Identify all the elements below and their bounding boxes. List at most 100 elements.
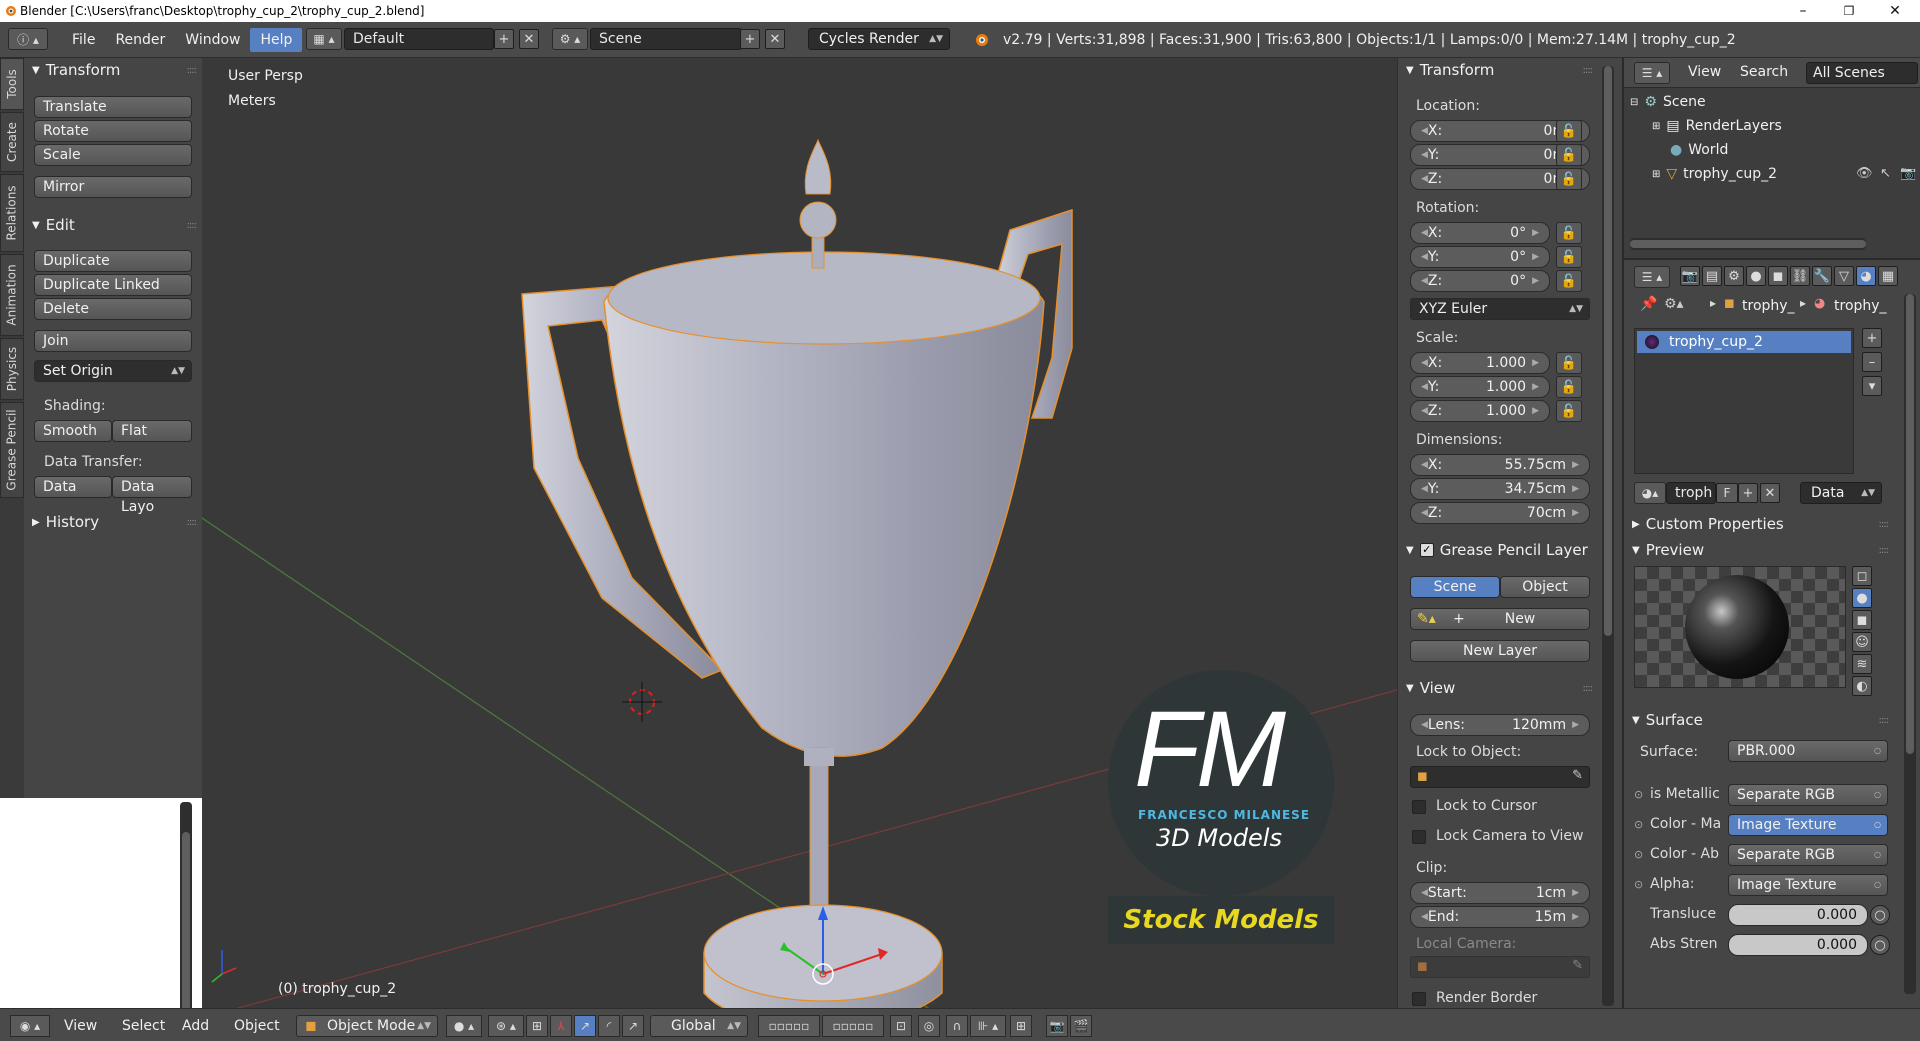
n-panel-scrollbar[interactable] <box>1602 66 1614 1006</box>
menu-help[interactable]: Help <box>250 28 303 52</box>
screen-layout-field[interactable]: Default <box>344 28 494 50</box>
outliner-scrollbar[interactable] <box>1630 238 1866 250</box>
material-link-select[interactable]: Data ▲▼ <box>1800 482 1882 504</box>
menu-file[interactable]: File <box>62 28 105 52</box>
slot-specials-button[interactable]: ▾ <box>1862 376 1882 396</box>
input-node-select[interactable]: Separate RGB ○ <box>1728 844 1888 866</box>
opengl-anim-icon[interactable]: 🎬 <box>1070 1015 1092 1037</box>
scene-icon[interactable]: ⚙ ▴ <box>552 28 588 50</box>
texture-tab-icon[interactable]: ▦ <box>1878 266 1898 286</box>
render-layers-tab-icon[interactable]: ▤ <box>1702 266 1722 286</box>
cursor-select-icon[interactable]: ↖ <box>1880 166 1891 181</box>
dimension-y-field[interactable]: ◀ Y: 34.75cm ▶ <box>1410 478 1590 500</box>
dimension-z-field[interactable]: ◀ Z: 70cm ▶ <box>1410 502 1590 524</box>
modifiers-tab-icon[interactable]: 🔧 <box>1812 266 1832 286</box>
preview-header[interactable]: ▼ Preview:::: <box>1624 538 1894 562</box>
scale-y-field[interactable]: ◀ Y: 1.000 ▶ <box>1410 376 1550 398</box>
menu-view[interactable]: View <box>64 1015 97 1037</box>
constraints-tab-icon[interactable]: ⛓ <box>1790 266 1810 286</box>
lock-to-cursor-checkbox[interactable] <box>1412 800 1426 814</box>
n-transform-header[interactable]: ▼ Transform:::: <box>1398 58 1598 82</box>
snap-target-icon[interactable]: ⊞ <box>1010 1015 1032 1037</box>
remove-layout-button[interactable]: ✕ <box>519 29 539 49</box>
lock-camera-checkbox[interactable] <box>1412 830 1426 844</box>
preview-sky-icon[interactable]: ◐ <box>1852 676 1872 696</box>
remove-scene-button[interactable]: ✕ <box>765 29 785 49</box>
add-scene-button[interactable]: + <box>740 29 760 49</box>
socket-icon[interactable]: ○ <box>1870 905 1890 925</box>
translucence-slider[interactable]: 0.000 <box>1728 904 1868 926</box>
tab-relations[interactable]: Relations <box>0 174 24 252</box>
editor-type-3d-icon[interactable]: ◉ ▴ <box>10 1015 50 1037</box>
input-node-select[interactable]: Image Texture ○ <box>1728 874 1888 896</box>
material-tab-icon[interactable]: ◕ <box>1856 266 1876 286</box>
lock-icon[interactable]: 🔓 <box>1556 120 1582 142</box>
scale-x-field[interactable]: ◀ X: 1.000 ▶ <box>1410 352 1550 374</box>
lock-object-field[interactable]: ◼ ✎ <box>1410 766 1590 788</box>
transform-orientation-select[interactable]: Global ▲▼ <box>650 1015 748 1037</box>
material-slot-item[interactable]: trophy_cup_2 <box>1637 331 1851 353</box>
lock-icon[interactable]: 🔓 <box>1556 246 1582 268</box>
duplicate-linked-button[interactable]: Duplicate Linked <box>34 274 192 296</box>
gp-object-toggle[interactable]: Object <box>1500 576 1590 598</box>
tab-physics[interactable]: Physics <box>0 338 24 400</box>
snap-element-icon[interactable]: ⊪ ▴ <box>970 1015 1006 1037</box>
panel-history-header[interactable]: ▶ History:::: <box>24 510 202 534</box>
n-view-header[interactable]: ▼ View:::: <box>1398 676 1598 700</box>
minimize-button[interactable]: – <box>1780 0 1826 22</box>
add-slot-button[interactable]: + <box>1862 328 1882 348</box>
menu-select[interactable]: Select <box>122 1015 165 1037</box>
material-slot-list[interactable]: trophy_cup_2 <box>1634 328 1854 474</box>
scale-button[interactable]: Scale <box>34 144 192 166</box>
scale-manipulator-icon[interactable]: ◜ <box>598 1015 620 1037</box>
manipulator-extra-icon[interactable]: ↗ <box>622 1015 644 1037</box>
abs-strength-slider[interactable]: 0.000 <box>1728 934 1868 956</box>
editor-type-info-icon[interactable]: ⓘ ▴ <box>8 28 48 50</box>
add-layout-button[interactable]: + <box>494 29 514 49</box>
maximize-button[interactable]: ❐ <box>1826 0 1872 22</box>
translate-button[interactable]: Translate <box>34 96 192 118</box>
mirror-button[interactable]: Mirror <box>34 176 192 198</box>
interaction-mode-select[interactable]: ◼ Object Mode ▲▼ <box>296 1015 438 1037</box>
rotation-y-field[interactable]: ◀ Y: 0° ▶ <box>1410 246 1550 268</box>
menu-window[interactable]: Window <box>175 28 250 52</box>
menu-add[interactable]: Add <box>182 1015 209 1037</box>
outliner-object-row[interactable]: ⊞ ▽ trophy_cup_2 <box>1652 166 1777 182</box>
pivot-point-icon[interactable]: ⊛ ▴ <box>488 1015 524 1037</box>
delete-button[interactable]: Delete <box>34 298 192 320</box>
screen-layout-icon[interactable]: ▦ ▴ <box>306 28 342 50</box>
outliner-renderlayers-row[interactable]: ⊞ ▤ RenderLayers <box>1652 118 1782 134</box>
manipulator-toggle-icon[interactable]: ⊞ <box>526 1015 548 1037</box>
viewport-shading-icon[interactable]: ● ▴ <box>446 1015 482 1037</box>
input-node-select[interactable]: Image Texture ○ <box>1728 814 1888 836</box>
tab-create[interactable]: Create <box>0 112 24 172</box>
duplicate-button[interactable]: Duplicate <box>34 250 192 272</box>
preview-flat-icon[interactable]: ◻ <box>1852 566 1872 586</box>
new-material-button[interactable]: + <box>1738 483 1758 503</box>
data-transfer-button[interactable]: Data <box>34 476 112 498</box>
proportional-edit-icon[interactable]: ◎ <box>918 1015 940 1037</box>
lens-field[interactable]: ◀ Lens: 120mm ▶ <box>1410 714 1590 736</box>
menu-render[interactable]: Render <box>105 28 175 52</box>
join-button[interactable]: Join <box>34 330 192 352</box>
object-tab-icon[interactable]: ◼ <box>1768 266 1788 286</box>
panel-transform-header[interactable]: ▼ Transform:::: <box>24 58 202 82</box>
tab-animation[interactable]: Animation <box>0 254 24 336</box>
clip-end-field[interactable]: ◀ End: 15m ▶ <box>1410 906 1590 928</box>
lock-icon[interactable]: 🔓 <box>1556 144 1582 166</box>
surface-header[interactable]: ▼ Surface:::: <box>1624 708 1894 732</box>
surface-shader-select[interactable]: PBR.000 ○ <box>1728 740 1888 762</box>
properties-editor-icon[interactable]: ☰ ▴ <box>1634 266 1670 288</box>
lock-icon[interactable]: 🔓 <box>1556 352 1582 374</box>
3d-viewport[interactable]: User Persp Meters (0) trophy_cup_2 FM FR… <box>202 58 1397 1008</box>
eye-icon[interactable]: 👁 <box>1856 166 1873 181</box>
local-camera-field[interactable]: ◼ ✎ <box>1410 956 1590 978</box>
render-engine-select[interactable]: Cycles Render ▲▼ <box>808 28 950 50</box>
layers-grid-a[interactable]: ▫▫▫▫▫ <box>758 1015 820 1037</box>
layers-grid-b[interactable]: ▫▫▫▫▫ <box>822 1015 884 1037</box>
render-camera-icon[interactable]: 📷 <box>1900 166 1916 181</box>
opengl-render-icon[interactable]: 📷 <box>1046 1015 1068 1037</box>
custom-properties-header[interactable]: ▶ Custom Properties:::: <box>1624 512 1894 536</box>
gp-scene-toggle[interactable]: Scene <box>1410 576 1500 598</box>
render-tab-icon[interactable]: 📷 <box>1680 266 1700 286</box>
